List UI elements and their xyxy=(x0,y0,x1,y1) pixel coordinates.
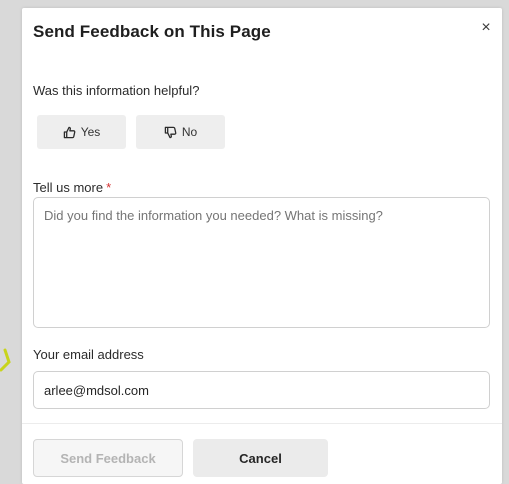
accent-mark xyxy=(0,348,11,372)
tell-us-more-label: Tell us more * xyxy=(33,180,111,195)
helpful-question: Was this information helpful? xyxy=(33,83,200,98)
feedback-dialog: Send Feedback on This Page × Was this in… xyxy=(22,8,502,484)
dialog-title: Send Feedback on This Page xyxy=(33,22,271,41)
email-label: Your email address xyxy=(33,347,144,362)
send-feedback-button[interactable]: Send Feedback xyxy=(33,439,183,477)
yes-button[interactable]: Yes xyxy=(37,115,126,149)
feedback-textarea[interactable] xyxy=(33,197,490,328)
email-field[interactable] xyxy=(33,371,490,409)
thumbs-up-icon xyxy=(63,126,76,138)
no-label: No xyxy=(181,125,198,139)
thumbs-down-icon xyxy=(164,126,177,138)
required-marker: * xyxy=(106,180,112,195)
footer-divider xyxy=(22,423,502,424)
close-icon[interactable]: × xyxy=(478,19,494,37)
yes-label: Yes xyxy=(80,125,101,139)
no-button[interactable]: No xyxy=(136,115,225,149)
tell-us-more-text: Tell us more xyxy=(33,180,104,195)
cancel-button[interactable]: Cancel xyxy=(193,439,328,477)
